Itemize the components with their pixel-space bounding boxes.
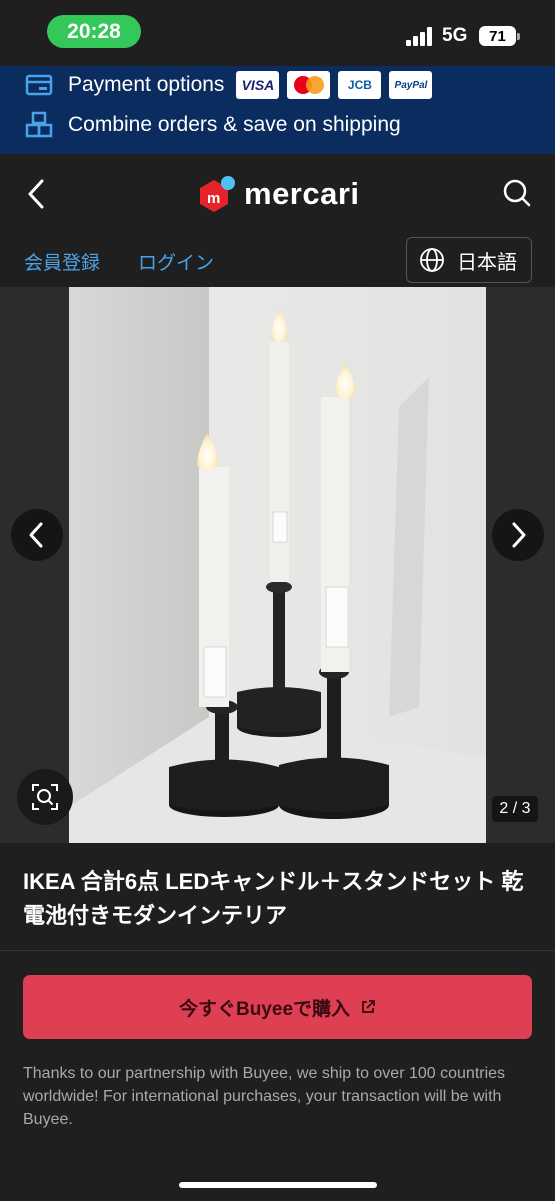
previous-image-button[interactable]	[11, 509, 63, 561]
app-header: m mercari	[0, 154, 555, 234]
image-counter: 2 / 3	[492, 796, 538, 822]
network-type: 5G	[442, 25, 468, 46]
language-selector[interactable]: 日本語	[406, 237, 532, 283]
battery-icon: 71	[479, 26, 520, 46]
status-bar: 20:28 5G 71	[0, 0, 555, 66]
promo-banner[interactable]: Payment options VISA JCB PayPal Combine …	[0, 66, 555, 154]
zoom-search-icon	[32, 784, 58, 810]
battery-level: 71	[489, 27, 506, 45]
home-indicator	[179, 1182, 377, 1188]
jcb-logo: JCB	[338, 71, 382, 99]
mercari-logo[interactable]: m mercari	[196, 174, 360, 214]
boxes-icon	[25, 111, 53, 138]
external-link-icon	[362, 1000, 375, 1013]
svg-text:m: m	[207, 190, 220, 207]
status-time: 20:28	[47, 15, 141, 48]
chevron-right-icon	[512, 522, 526, 548]
zoom-button[interactable]	[17, 769, 73, 825]
product-photo[interactable]	[69, 287, 486, 843]
buy-with-buyee-button[interactable]: 今すぐBuyeeで購入	[23, 975, 532, 1039]
item-title: IKEA 合計6点 LEDキャンドル＋スタンドセット 乾電池付きモダンインテリア	[23, 869, 524, 928]
item-title-section: IKEA 合計6点 LEDキャンドル＋スタンドセット 乾電池付きモダンインテリア	[0, 843, 555, 951]
sub-navigation: 会員登録 ログイン 日本語	[0, 234, 555, 286]
logo-text: mercari	[244, 176, 360, 211]
language-label: 日本語	[457, 251, 517, 274]
combine-orders-label: Combine orders & save on shipping	[68, 113, 401, 136]
mercari-logo-icon: m	[200, 176, 235, 212]
visa-logo: VISA	[236, 71, 280, 99]
payment-options-row: Payment options VISA JCB PayPal	[24, 70, 433, 100]
chevron-left-icon	[29, 522, 43, 548]
signal-icon	[406, 27, 434, 46]
buy-button-label: 今すぐBuyeeで購入	[178, 998, 351, 1020]
paypal-logo: PayPal	[389, 71, 433, 99]
combine-orders-row: Combine orders & save on shipping	[24, 110, 401, 140]
payment-logos: VISA JCB PayPal	[236, 71, 433, 99]
register-link[interactable]: 会員登録	[24, 248, 100, 275]
globe-icon	[420, 248, 444, 272]
next-image-button[interactable]	[492, 509, 544, 561]
payment-options-label: Payment options	[68, 73, 225, 96]
search-icon[interactable]	[502, 178, 532, 208]
payment-card-icon	[25, 74, 53, 96]
back-icon[interactable]	[22, 176, 52, 212]
login-link[interactable]: ログイン	[138, 248, 214, 275]
mastercard-logo	[287, 71, 331, 99]
image-gallery: 2 / 3	[0, 287, 555, 843]
buyee-note: Thanks to our partnership with Buyee, we…	[23, 1065, 506, 1128]
